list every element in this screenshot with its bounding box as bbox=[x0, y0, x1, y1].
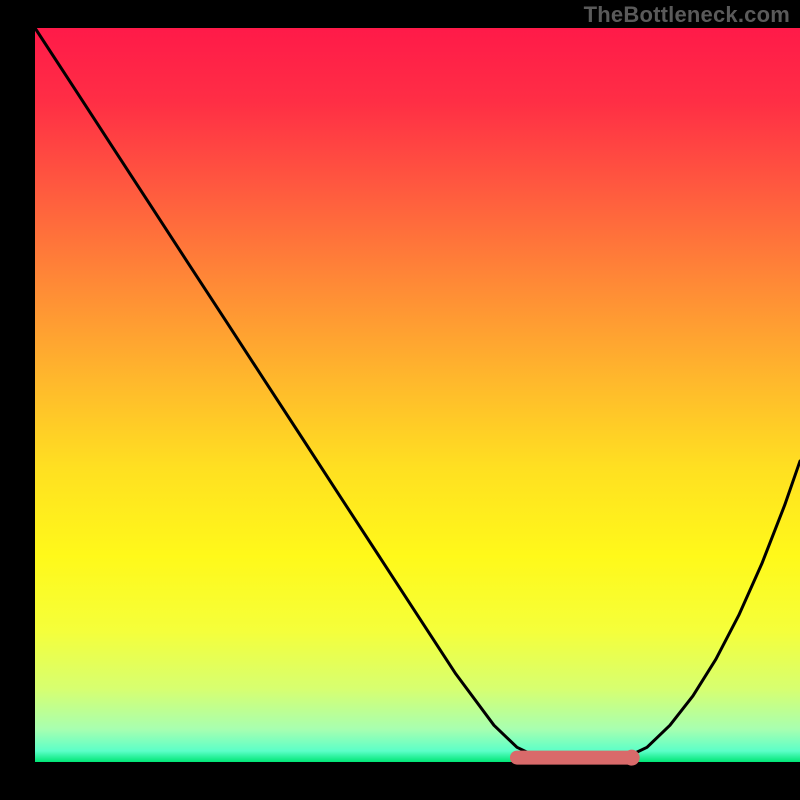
selected-point-dot bbox=[624, 750, 640, 766]
watermark-text: TheBottleneck.com bbox=[584, 2, 790, 28]
bottleneck-chart bbox=[0, 0, 800, 800]
chart-container: TheBottleneck.com bbox=[0, 0, 800, 800]
chart-background bbox=[35, 28, 800, 762]
